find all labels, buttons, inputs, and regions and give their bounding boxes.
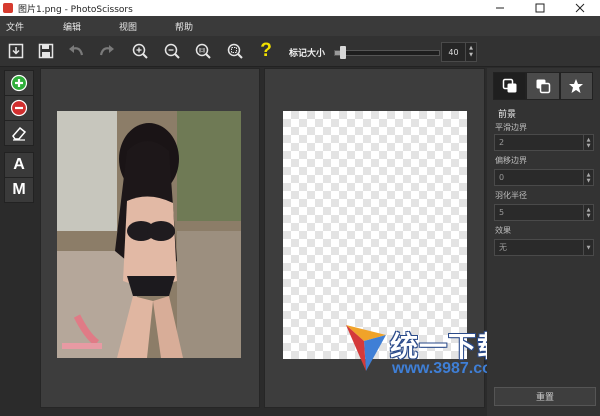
- zoom-in-button[interactable]: [129, 41, 151, 61]
- feather-radius-label: 羽化半径: [495, 191, 527, 200]
- help-icon: ?: [260, 40, 272, 61]
- minimize-icon: [496, 7, 504, 9]
- tab-effects[interactable]: [559, 72, 593, 100]
- add-background-icon: [10, 99, 28, 117]
- auto-mode-button[interactable]: A: [4, 152, 34, 178]
- feather-radius-value[interactable]: 5: [495, 208, 583, 217]
- menu-file[interactable]: 文件: [6, 20, 24, 33]
- spin-down-icon[interactable]: ▼: [469, 52, 473, 59]
- redo-button[interactable]: [96, 41, 118, 61]
- marker-size-slider[interactable]: [334, 46, 440, 59]
- foreground-tab-icon: [502, 78, 517, 93]
- close-button[interactable]: [560, 0, 600, 16]
- watermark-logo-icon: [346, 325, 386, 371]
- effect-value[interactable]: 无: [495, 242, 583, 253]
- zoom-in-icon: [132, 43, 148, 59]
- redo-icon: [99, 45, 114, 56]
- zoom-fit-button[interactable]: [224, 41, 246, 61]
- eraser-button[interactable]: [4, 120, 34, 146]
- offset-edge-field[interactable]: 0 ▲ ▼: [494, 169, 594, 186]
- open-icon: [8, 43, 24, 59]
- settings-tabs: [493, 72, 593, 100]
- source-photo-image: [57, 111, 241, 358]
- zoom-actual-button[interactable]: [192, 41, 214, 61]
- undo-icon: [69, 45, 84, 56]
- tab-background[interactable]: [526, 72, 560, 100]
- zoom-out-icon: [164, 43, 180, 59]
- open-button[interactable]: [5, 41, 27, 61]
- chevron-down-icon[interactable]: ▼: [587, 245, 591, 251]
- menu-bar: 文件 编辑 视图 帮助: [0, 16, 600, 36]
- maximize-button[interactable]: [520, 0, 560, 16]
- tab-foreground[interactable]: [493, 72, 527, 100]
- title-bar: 图片1.png - PhotoScissors: [0, 0, 600, 16]
- offset-edge-label: 偏移边界: [495, 156, 527, 165]
- spin-down-icon[interactable]: ▼: [587, 178, 591, 184]
- effect-dropdown[interactable]: ▼: [583, 240, 593, 255]
- add-background-button[interactable]: [4, 95, 34, 121]
- feather-radius-field[interactable]: 5 ▲ ▼: [494, 204, 594, 221]
- help-button[interactable]: ?: [255, 40, 277, 61]
- letter-m-label: M: [12, 181, 26, 198]
- minimize-button[interactable]: [480, 0, 520, 16]
- undo-button[interactable]: [65, 41, 87, 61]
- section-heading: 前景: [498, 110, 517, 120]
- smooth-edge-value[interactable]: 2: [495, 138, 583, 147]
- maximize-icon: [535, 3, 545, 13]
- close-icon: [575, 3, 585, 13]
- manual-mode-button[interactable]: M: [4, 177, 34, 203]
- menu-help[interactable]: 帮助: [175, 20, 193, 33]
- letter-a-label: A: [13, 156, 25, 173]
- left-toolbar: A M: [2, 68, 34, 406]
- spin-down-icon[interactable]: ▼: [587, 213, 591, 219]
- save-icon: [38, 43, 54, 59]
- source-photo[interactable]: [57, 111, 241, 358]
- marker-size-value[interactable]: 40: [442, 48, 465, 57]
- toolbar: ? 标记大小 40 ▲ ▼: [0, 36, 600, 67]
- zoom-out-button[interactable]: [161, 41, 183, 61]
- save-button[interactable]: [35, 41, 57, 61]
- zoom-fit-icon: [227, 43, 243, 59]
- spin-down-icon[interactable]: ▼: [587, 143, 591, 149]
- marker-size-label: 标记大小: [289, 49, 326, 59]
- reset-button[interactable]: 重置: [494, 387, 596, 406]
- background-tab-icon: [536, 79, 551, 94]
- marker-size-thumb[interactable]: [340, 46, 347, 59]
- spin-arrows[interactable]: ▲ ▼: [465, 43, 476, 61]
- feather-radius-spin[interactable]: ▲ ▼: [583, 205, 593, 220]
- zoom-actual-icon: [195, 43, 211, 59]
- effect-select[interactable]: 无 ▼: [494, 239, 594, 256]
- add-foreground-icon: [10, 74, 28, 92]
- app-icon: [3, 3, 13, 13]
- spin-up-icon[interactable]: ▲: [469, 45, 473, 52]
- window-title: 图片1.png - PhotoScissors: [18, 4, 133, 15]
- smooth-edge-label: 平滑边界: [495, 123, 527, 132]
- menu-view[interactable]: 视图: [119, 20, 137, 33]
- add-foreground-button[interactable]: [4, 70, 34, 96]
- offset-edge-spin[interactable]: ▲ ▼: [583, 170, 593, 185]
- eraser-icon: [12, 126, 27, 141]
- window-controls: [480, 0, 600, 16]
- smooth-edge-spin[interactable]: ▲ ▼: [583, 135, 593, 150]
- effects-tab-icon: [569, 79, 584, 93]
- offset-edge-value[interactable]: 0: [495, 173, 583, 182]
- effect-label: 效果: [495, 226, 511, 235]
- menu-edit[interactable]: 编辑: [63, 20, 81, 33]
- settings-panel: 前景 平滑边界 2 ▲ ▼ 偏移边界 0 ▲ ▼ 羽化半径 5 ▲ ▼ 效果 无 ▼ …: [487, 68, 600, 416]
- smooth-edge-field[interactable]: 2 ▲ ▼: [494, 134, 594, 151]
- marker-size-spinbox[interactable]: 40 ▲ ▼: [441, 42, 477, 62]
